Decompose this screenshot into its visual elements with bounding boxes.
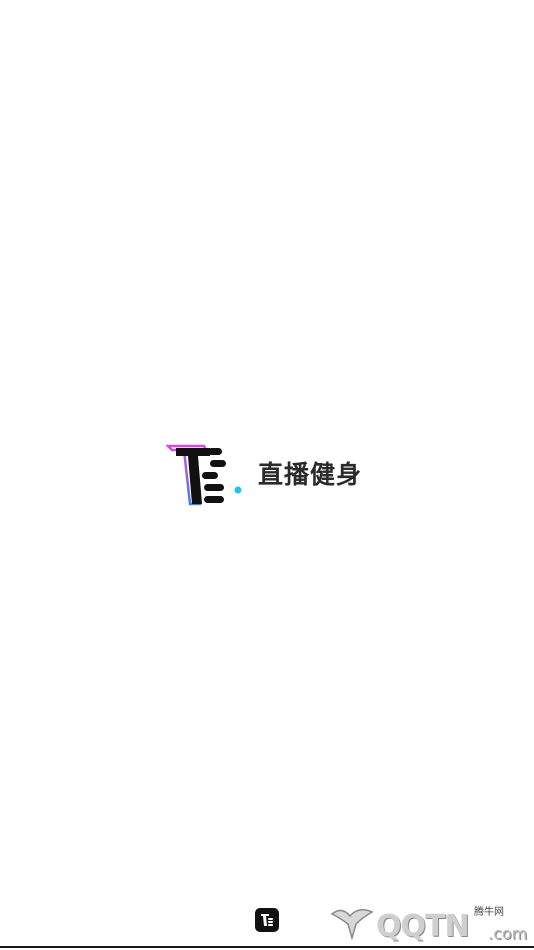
watermark: QQTN .com 腾牛网 [328,898,528,946]
brand-t-small-icon[interactable] [255,908,279,932]
splash-screen: 直播健身 QQTN .com 腾牛网 [0,0,534,950]
bottom-divider [0,946,534,948]
bull-horns-icon [330,909,374,941]
app-name: 直播健身 [258,459,363,489]
brand-t-logo-icon [166,444,242,506]
watermark-tag: 腾牛网 [474,907,504,918]
splash-logo: 直播健身 [166,440,362,508]
watermark-text: QQTN [376,909,470,944]
watermark-suffix: .com [488,924,528,943]
brand-t-small-glyph-icon [261,914,273,926]
